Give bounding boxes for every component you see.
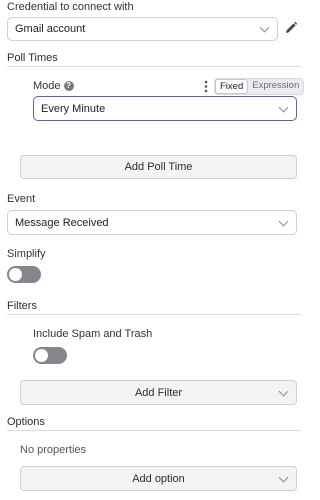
edit-pencil-icon[interactable]	[284, 21, 298, 35]
mode-label: Mode?	[33, 80, 74, 92]
poll-times-title: Poll Times	[7, 52, 58, 64]
event-value: Message Received	[15, 216, 109, 229]
add-poll-time-button[interactable]: Add Poll Time	[20, 155, 297, 179]
filters-divider	[7, 314, 301, 315]
add-filter-label: Add Filter	[134, 386, 183, 399]
credential-value: Gmail account	[15, 23, 86, 35]
include-spam-label: Include Spam and Trash	[33, 328, 153, 340]
credential-label: Credential to connect with	[7, 1, 134, 13]
toggle-knob	[9, 268, 22, 281]
add-option-label: Add option	[132, 472, 185, 485]
poll-times-divider	[7, 66, 301, 67]
mode-select[interactable]: Every Minute	[33, 96, 297, 121]
simplify-label: Simplify	[7, 248, 46, 260]
add-filter-button[interactable]: Add Filter	[20, 380, 297, 405]
chevron-down-icon	[278, 386, 289, 396]
chevron-down-icon	[259, 22, 270, 33]
no-properties-text: No properties	[20, 444, 87, 456]
add-option-button[interactable]: Add option	[20, 466, 297, 491]
mode-label-text: Mode	[33, 80, 61, 92]
options-title: Options	[7, 416, 45, 428]
chevron-down-icon	[278, 102, 289, 112]
include-spam-toggle[interactable]	[33, 347, 67, 364]
event-select[interactable]: Message Received	[7, 210, 297, 235]
fixed-expression-toggle[interactable]: Fixed Expression	[214, 78, 305, 95]
chevron-down-icon	[278, 216, 289, 226]
credential-select[interactable]: Gmail account	[7, 17, 278, 41]
options-divider	[7, 430, 301, 431]
help-icon[interactable]: ?	[63, 81, 74, 91]
more-options-icon[interactable]	[204, 80, 208, 93]
add-poll-time-label: Add Poll Time	[124, 161, 193, 173]
mode-value: Every Minute	[41, 102, 106, 115]
simplify-toggle[interactable]	[7, 266, 41, 283]
toggle-fixed[interactable]: Fixed	[215, 79, 249, 94]
filters-title: Filters	[7, 300, 37, 312]
event-label: Event	[7, 193, 36, 205]
toggle-knob	[35, 349, 48, 362]
chevron-down-icon	[278, 472, 289, 482]
toggle-expression[interactable]: Expression	[248, 79, 303, 94]
